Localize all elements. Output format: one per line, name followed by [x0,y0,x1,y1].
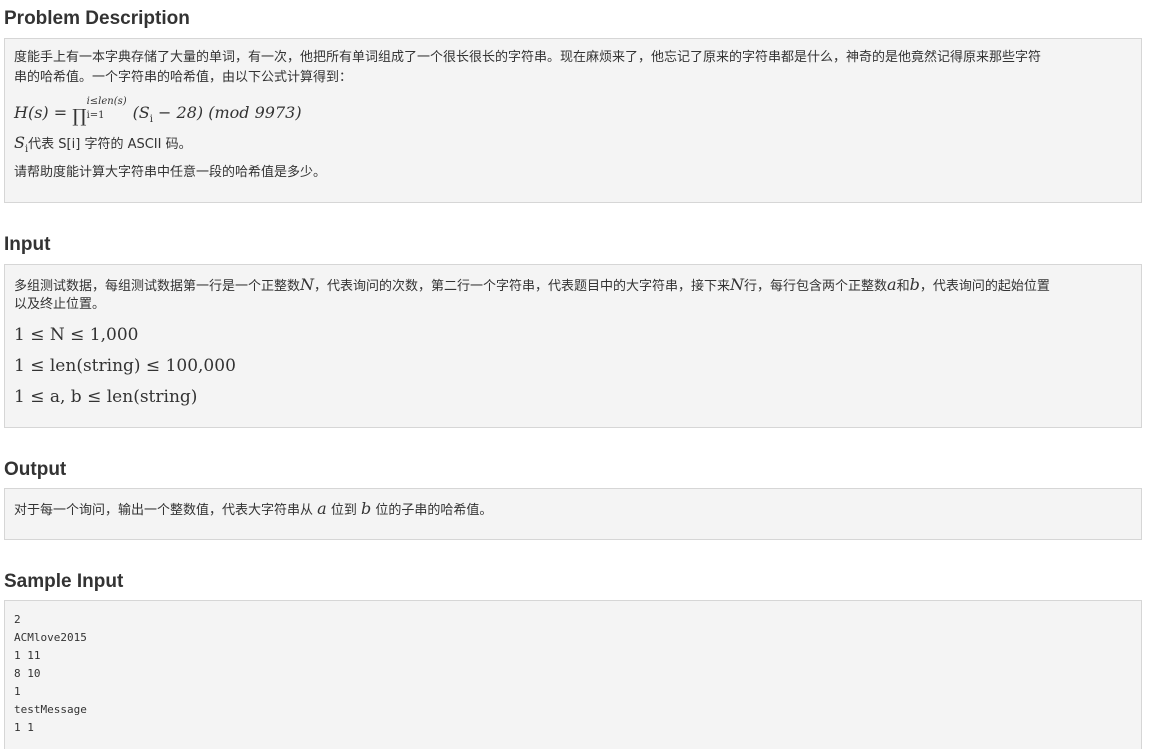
output-panel: 对于每一个询问，输出一个整数值，代表大字符串从 a 位到 b 位的子串的哈希值。 [4,488,1142,540]
output-text-c: 位的子串的哈希值。 [371,503,493,518]
formula-body: (S [132,103,150,122]
input-title: Input [4,234,51,255]
product-symbol: ∏ [72,106,87,127]
si-symbol-letter: S [14,133,25,152]
product-limits: i≤len(s) i=1 [87,96,133,121]
constraint-a-b: 1 ≤ a, b ≤ len(string) [14,387,198,407]
input-description-line-2: 以及终止位置。 [14,297,106,312]
output-description: 对于每一个询问，输出一个整数值，代表大字符串从 a 位到 b 位的子串的哈希值。 [14,498,1132,521]
sample-input-title: Sample Input [4,571,124,592]
output-title: Output [4,459,67,480]
output-text-b: 位到 [326,503,361,518]
input-text-e: ，代表询问的起始位置 [919,279,1050,294]
problem-description-panel: 度能手上有一本字典存储了大量的单词，有一次，他把所有单词组成了一个很长很长的字符… [4,38,1142,203]
input-text-a: 多组测试数据，每组测试数据第一行是一个正整数 [14,279,301,294]
input-text-b: ，代表询问的次数，第二行一个字符串，代表题目中的大字符串，接下来 [314,279,731,294]
output-var-a: a [317,499,327,518]
input-text-c: 行，每行包含两个正整数 [744,279,888,294]
constraint-string-length: 1 ≤ len(string) ≤ 100,000 [14,356,236,376]
input-description-line-1: 多组测试数据，每组测试数据第一行是一个正整数N，代表询问的次数，第二行一个字符串… [14,274,1132,297]
output-var-b: b [360,499,372,518]
input-var-a: a [887,275,897,294]
input-var-n2: N [730,275,745,294]
formula-lhs: H(s) = [14,103,73,122]
hash-formula: H(s) = ∏ i≤len(s) i=1 (Si − 28) (mod 9973) [14,96,1132,131]
description-paragraph-line-2: 串的哈希值。一个字符串的哈希值，由以下公式计算得到： [14,70,353,85]
si-definition-text: 代表 S[i] 字符的 ASCII 码。 [28,137,192,152]
output-text-a: 对于每一个询问，输出一个整数值，代表大字符串从 [14,503,318,518]
product-lower-limit: i=1 [86,110,105,121]
description-question: 请帮助度能计算大字符串中任意一段的哈希值是多少。 [14,165,327,180]
input-text-d: 和 [896,279,910,294]
si-symbol: Si [14,133,28,155]
description-paragraph-line-1: 度能手上有一本字典存储了大量的单词，有一次，他把所有单词组成了一个很长很长的字符… [14,50,1042,65]
sample-input-panel: 2 ACMlove2015 1 11 8 10 1 testMessage 1 … [4,600,1142,749]
problem-description-title: Problem Description [4,8,190,29]
input-panel: 多组测试数据，每组测试数据第一行是一个正整数N，代表询问的次数，第二行一个字符串… [4,264,1142,428]
input-var-b: b [909,275,920,294]
si-definition: Si代表 S[i] 字符的 ASCII 码。 [14,132,1132,161]
constraint-n: 1 ≤ N ≤ 1,000 [14,325,139,345]
input-var-n: N [300,275,315,294]
sample-input-code: 2 ACMlove2015 1 11 8 10 1 testMessage 1 … [14,613,87,734]
formula-body-tail: − 28) (mod 9973) [152,103,302,122]
